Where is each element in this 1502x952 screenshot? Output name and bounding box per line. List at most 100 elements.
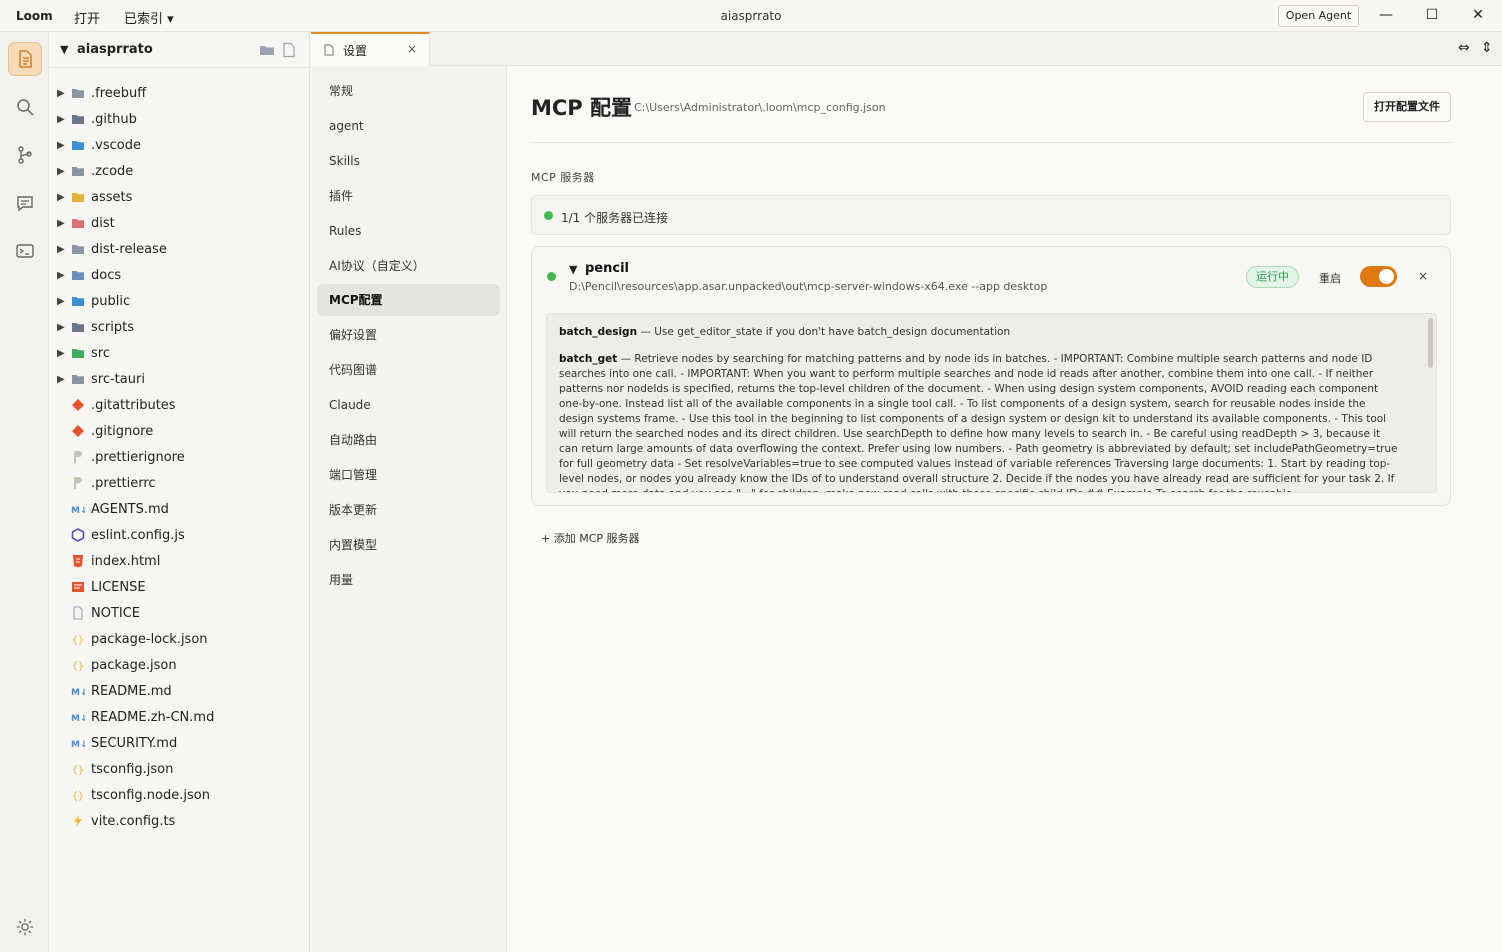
tree-folder[interactable]: ▶ .github (49, 106, 310, 132)
tree-folder[interactable]: ▶ src-tauri (49, 366, 310, 392)
tree-file[interactable]: .gitattributes (49, 392, 310, 418)
settings-nav-item[interactable]: 端口管理 (317, 459, 500, 491)
tree-label: .gitignore (91, 423, 154, 439)
settings-nav-item[interactable]: Skills (317, 145, 500, 177)
settings-nav-item[interactable]: 内置模型 (317, 529, 500, 561)
tree-file[interactable]: {} tsconfig.node.json (49, 782, 310, 808)
settings-nav-item[interactable]: 插件 (317, 180, 500, 212)
tree-file[interactable]: M↓ SECURITY.md (49, 730, 310, 756)
collapse-server-icon[interactable]: ▼ (569, 263, 577, 276)
tree-folder[interactable]: ▶ scripts (49, 314, 310, 340)
expand-icon[interactable]: ▶ (57, 270, 69, 281)
tree-file[interactable]: {} tsconfig.json (49, 756, 310, 782)
tree-folder[interactable]: ▶ docs (49, 262, 310, 288)
files-icon[interactable] (8, 42, 42, 76)
new-file-icon[interactable] (281, 42, 297, 58)
expand-icon[interactable]: ▶ (57, 348, 69, 359)
prettier-icon (71, 450, 85, 464)
expand-icon[interactable]: ▶ (57, 244, 69, 255)
expand-icon[interactable]: ▶ (57, 296, 69, 307)
tree-file[interactable]: M↓ README.md (49, 678, 310, 704)
maximize-button[interactable]: ☐ (1409, 0, 1455, 32)
explorer-root-name[interactable]: aiasprrato (77, 42, 153, 57)
add-server-button[interactable]: + 添加 MCP 服务器 (541, 530, 640, 546)
tree-file[interactable]: eslint.config.js (49, 522, 310, 548)
window-title: aiasprrato (720, 9, 782, 23)
settings-nav-item[interactable]: 用量 (317, 564, 500, 596)
open-agent-button[interactable]: Open Agent (1278, 5, 1359, 27)
close-tab-icon[interactable]: × (407, 42, 417, 56)
source-control-icon[interactable] (8, 138, 42, 172)
settings-nav-item[interactable]: Claude (317, 389, 500, 421)
tree-file[interactable]: index.html (49, 548, 310, 574)
tree-file[interactable]: M↓ AGENTS.md (49, 496, 310, 522)
chat-icon[interactable] (8, 186, 42, 220)
json-icon: {} (71, 632, 85, 646)
settings-nav-item[interactable]: 代码图谱 (317, 354, 500, 386)
tree-file[interactable]: .prettierrc (49, 470, 310, 496)
tree-folder[interactable]: ▶ src (49, 340, 310, 366)
settings-nav-item[interactable]: MCP配置 (317, 284, 500, 317)
tree-label: package-lock.json (91, 631, 208, 647)
tab-label: 设置 (343, 43, 368, 58)
expand-icon[interactable]: ▶ (57, 114, 69, 125)
close-window-button[interactable]: ✕ (1455, 0, 1501, 32)
tools-scrollbar[interactable] (1428, 318, 1433, 368)
split-vertical-icon[interactable]: ⇕ (1481, 40, 1493, 56)
tree-file[interactable]: vite.config.ts (49, 808, 310, 834)
tree-label: dist-release (91, 241, 167, 257)
tree-folder[interactable]: ▶ public (49, 288, 310, 314)
tools-list[interactable]: batch_design — Use get_editor_state if y… (546, 313, 1437, 493)
search-icon[interactable] (8, 90, 42, 124)
terminal-icon[interactable] (8, 234, 42, 268)
settings-nav-item[interactable]: AI协议（自定义） (317, 250, 500, 282)
tree-label: src (91, 345, 110, 361)
tree-label: .prettierignore (91, 449, 185, 465)
theme-icon[interactable] (16, 918, 34, 936)
tree-file[interactable]: NOTICE (49, 600, 310, 626)
tree-file[interactable]: .prettierignore (49, 444, 310, 470)
restart-button[interactable]: 重启 (1319, 270, 1341, 286)
settings-nav-item[interactable]: 版本更新 (317, 494, 500, 526)
folder-icon (71, 294, 85, 308)
settings-nav-item[interactable]: Rules (317, 215, 500, 247)
settings-nav-item[interactable]: 常规 (317, 75, 500, 107)
tree-file[interactable]: .gitignore (49, 418, 310, 444)
settings-nav-item[interactable]: 偏好设置 (317, 319, 500, 351)
expand-icon[interactable]: ▶ (57, 374, 69, 385)
expand-icon[interactable]: ▶ (57, 88, 69, 99)
menu-indexed[interactable]: 已索引 ▾ (124, 8, 174, 27)
tab-settings[interactable]: 设置 × (311, 32, 430, 66)
server-enable-toggle[interactable] (1360, 266, 1397, 287)
folder-icon (71, 86, 85, 100)
tree-folder[interactable]: ▶ dist (49, 210, 310, 236)
expand-icon[interactable]: ▶ (57, 166, 69, 177)
menu-open[interactable]: 打开 (74, 8, 100, 27)
expand-icon[interactable]: ▶ (57, 218, 69, 229)
tree-label: dist (91, 215, 115, 231)
tree-folder[interactable]: ▶ assets (49, 184, 310, 210)
tree-file[interactable]: {} package-lock.json (49, 626, 310, 652)
tree-folder[interactable]: ▶ dist-release (49, 236, 310, 262)
tree-folder[interactable]: ▶ .freebuff (49, 80, 310, 106)
collapse-root-icon[interactable]: ▼ (60, 43, 68, 56)
expand-icon[interactable]: ▶ (57, 322, 69, 333)
tool-name: batch_get (559, 353, 618, 365)
split-horizontal-icon[interactable]: ⇔ (1458, 40, 1470, 56)
expand-icon[interactable]: ▶ (57, 192, 69, 203)
tree-folder[interactable]: ▶ .vscode (49, 132, 310, 158)
tree-file[interactable]: LICENSE (49, 574, 310, 600)
settings-nav-item[interactable]: agent (317, 110, 500, 142)
remove-server-icon[interactable]: × (1418, 269, 1428, 283)
eslint-icon (71, 528, 85, 542)
tree-file[interactable]: M↓ README.zh-CN.md (49, 704, 310, 730)
minimize-button[interactable]: — (1363, 0, 1409, 32)
tree-folder[interactable]: ▶ .zcode (49, 158, 310, 184)
open-config-button[interactable]: 打开配置文件 (1363, 92, 1451, 122)
file-explorer: ▼ aiasprrato ▶ .freebuff ▶ .github ▶ .vscode ▶… (49, 32, 310, 952)
expand-icon[interactable]: ▶ (57, 140, 69, 151)
settings-nav-item[interactable]: 自动路由 (317, 424, 500, 456)
tree-file[interactable]: {} package.json (49, 652, 310, 678)
new-folder-icon[interactable] (259, 42, 275, 58)
status-badge: 运行中 (1246, 266, 1299, 288)
